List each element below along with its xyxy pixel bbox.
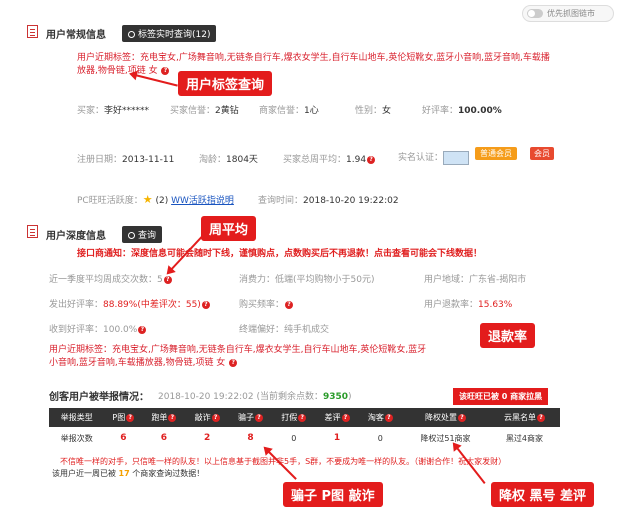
toggle-icon — [527, 9, 543, 18]
pc-activity-field: PC旺旺活跃度：★ (2) WW活跃指说明 — [77, 193, 234, 206]
cell-cloud-blacklist: 黑过4商家 — [505, 433, 543, 443]
header-pianzi: 骗子? — [228, 408, 273, 427]
report-header-row: 举报类型 P图? 跑单? 敲诈? 骗子? 打假? 差评? 淘客? 降权处置? 云… — [49, 408, 560, 427]
search-icon — [128, 232, 135, 239]
buyer-field: 买家：李好****** — [77, 106, 150, 116]
refund-rate-field: 用户退款率：15.63% — [424, 300, 513, 310]
cell-paodan: 6 — [160, 433, 167, 443]
weekly-average-field: 买家总周平均：1.94? — [283, 152, 376, 165]
cell-downgrade: 降权过51商家 — [420, 433, 471, 443]
deep-tags: 用户近期标签：充电宝女,广场舞音响,无链条自行车,爆衣女学生,自行车山地车,英伦… — [49, 345, 427, 368]
cell-qiaozha: 2 — [204, 433, 211, 443]
terminal-preference-field: 终端偏好：纯手机成交 — [239, 325, 330, 335]
report-meta: 2018-10-20 19:22:02 (当前剩余点数：9350) — [158, 392, 352, 402]
callout-refund-rate: 退款率 — [480, 323, 536, 348]
query-time-field: 查询时间：2018-10-20 19:22:02 — [258, 196, 399, 206]
header-downgrade: 降权处置? — [402, 408, 489, 427]
header-cloud-blacklist: 云黑名单? — [488, 408, 560, 427]
seller-credit-field: 商家信誉：1心 — [259, 106, 319, 116]
search-icon — [128, 31, 135, 38]
help-icon: ? — [163, 275, 172, 284]
help-icon: ? — [138, 325, 147, 334]
help-icon: ? — [367, 155, 376, 164]
header-ptu: P图? — [104, 408, 143, 427]
taobao-age-field: 淘龄：1804天 — [199, 155, 258, 165]
member-badge: 会员 — [530, 147, 554, 160]
document-icon — [27, 225, 38, 238]
header-chaping: 差评? — [315, 408, 359, 427]
weekly-deals-field: 近一季度平均周成交次数：5? — [49, 272, 172, 285]
tag-query-button[interactable]: 标签实时查询(12) — [122, 25, 217, 42]
consume-field: 消费力：低端(平均购物小于50元) — [239, 275, 375, 285]
blacklist-banner: 该旺旺已被 0 商家拉黑 — [453, 388, 549, 405]
gender-field: 性别：女 — [355, 106, 392, 116]
basic-tags: 用户近期标签：充电宝女,广场舞音响,无链条自行车,爆衣女学生,自行车山地车,英伦… — [77, 53, 550, 76]
cell-type: 举报次数 — [60, 433, 93, 443]
deep-section-title: 用户深度信息 — [46, 231, 106, 242]
good-rate-field: 好评率：100.00% — [422, 106, 502, 116]
table-row: 举报次数 6 6 2 8 0 1 0 降权过51商家 黑过4商家 — [49, 427, 560, 449]
header-qiaozha: 敲诈? — [185, 408, 229, 427]
header-taoke: 淘客? — [358, 408, 402, 427]
star-icon: ★ — [142, 193, 153, 206]
cell-taoke: 0 — [377, 433, 383, 443]
priority-capture-button[interactable]: 优先抓图链市 — [522, 5, 614, 22]
callout-scam: 骗子 P图 敲诈 — [283, 482, 383, 507]
activity-help-link[interactable]: WW活跃指说明 — [171, 196, 234, 206]
purchase-frequency-field: 购买频率：? — [239, 297, 294, 310]
buyer-credit-field: 买家信誉：2黄钻 — [170, 106, 239, 116]
callout-tag-query: 用户标签查询 — [178, 71, 273, 96]
received-good-rate-field: 收到好评率：100.0%? — [49, 322, 147, 335]
help-icon: ? — [285, 300, 294, 309]
header-dajia: 打假? — [272, 408, 316, 427]
callout-weekly-avg: 周平均 — [201, 216, 257, 241]
help-icon: ? — [161, 66, 170, 75]
deep-query-button[interactable]: 查询 — [122, 226, 163, 243]
cell-ptu: 6 — [120, 433, 127, 443]
cell-chaping: 1 — [333, 433, 341, 443]
footer-query-count: 该用户近一周已被 17 个商家查询过数据！ — [52, 469, 205, 478]
id-card-icon — [443, 150, 470, 165]
help-icon: ? — [201, 300, 210, 309]
report-title: 创客用户被举报情况： — [49, 392, 149, 403]
given-good-rate-field: 发出好评率：88.89%(中差评次：55)? — [49, 297, 210, 310]
help-icon: ? — [229, 358, 238, 367]
document-icon — [27, 25, 38, 38]
region-field: 用户地域：广东省-揭阳市 — [424, 275, 527, 285]
callout-downgrade: 降权 黑号 差评 — [491, 482, 595, 507]
cell-dajia: 0 — [291, 433, 297, 443]
register-date-field: 注册日期：2013-11-11 — [77, 155, 175, 165]
basic-section-title: 用户常规信息 — [46, 30, 106, 41]
report-table: 举报类型 P图? 跑单? 敲诈? 骗子? 打假? 差评? 淘客? 降权处置? 云… — [49, 408, 560, 449]
real-name-auth-field: 实名认证： — [398, 150, 470, 165]
header-paodan: 跑单? — [142, 408, 186, 427]
header-type: 举报类型 — [49, 408, 105, 427]
regular-member-badge: 普通会员 — [475, 147, 517, 160]
interface-notice[interactable]: 接口商通知：深度信息可能会随时下线，谨慎购点，点数购买后不再退款！点击查看可能会… — [77, 246, 482, 259]
